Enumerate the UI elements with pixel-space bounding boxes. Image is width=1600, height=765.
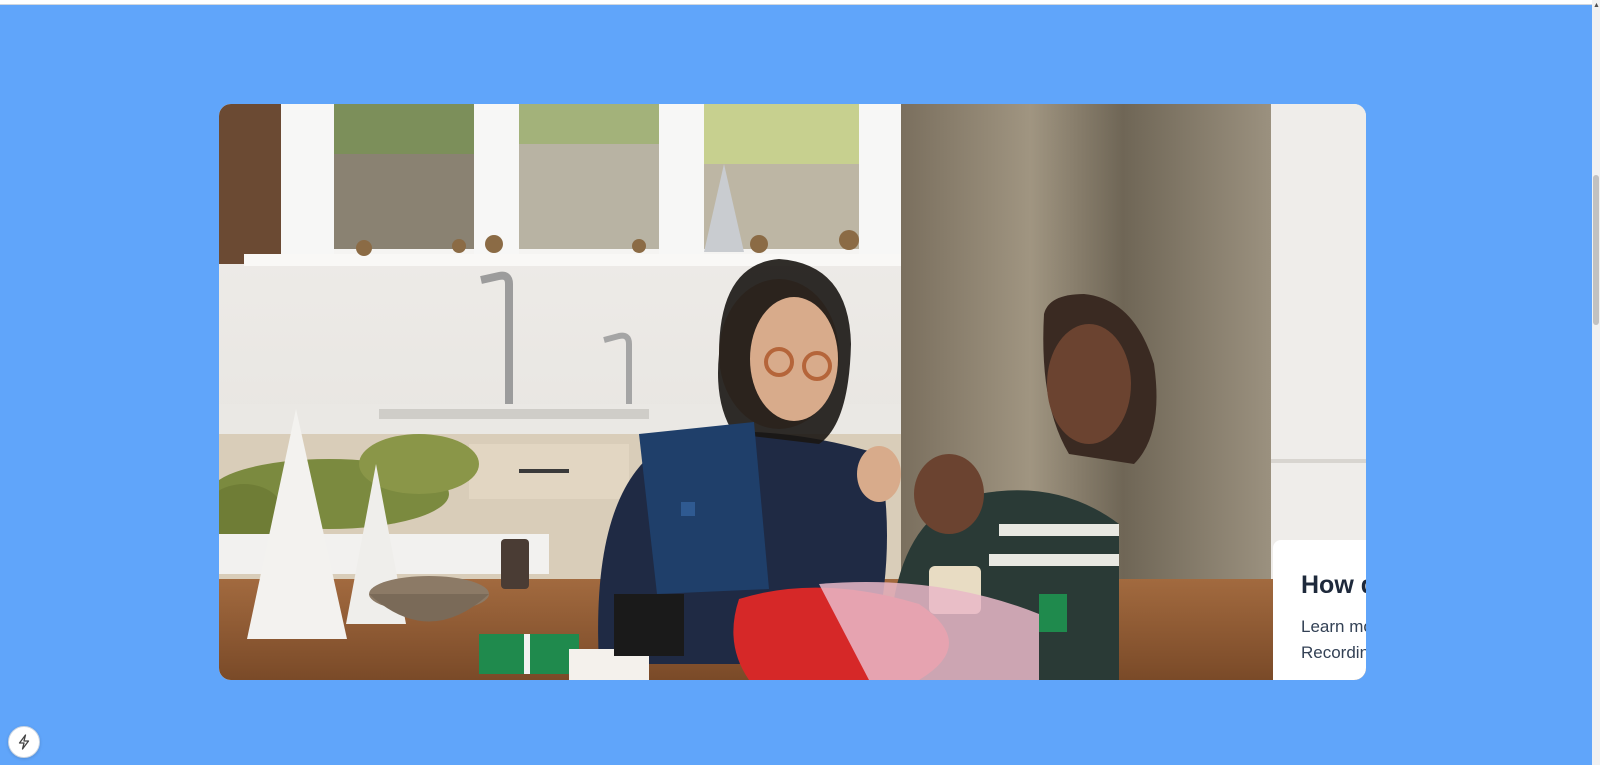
card-title: How does work? bbox=[1301, 571, 1366, 599]
chevron-up-icon[interactable]: ▲ bbox=[1593, 2, 1600, 9]
card-description: Learn more about screen Recording. bbox=[1301, 617, 1366, 662]
lightning-icon bbox=[18, 734, 30, 750]
kitchen-photo bbox=[219, 104, 1366, 680]
lightning-button[interactable] bbox=[8, 726, 40, 758]
scrollbar-thumb[interactable] bbox=[1593, 175, 1599, 325]
vertical-scrollbar[interactable]: ▲ bbox=[1592, 0, 1600, 765]
hero-image: How does work? Learn more about screen R… bbox=[219, 104, 1366, 680]
browser-top-edge bbox=[0, 0, 1592, 5]
info-card: How does work? Learn more about screen R… bbox=[1273, 540, 1366, 680]
